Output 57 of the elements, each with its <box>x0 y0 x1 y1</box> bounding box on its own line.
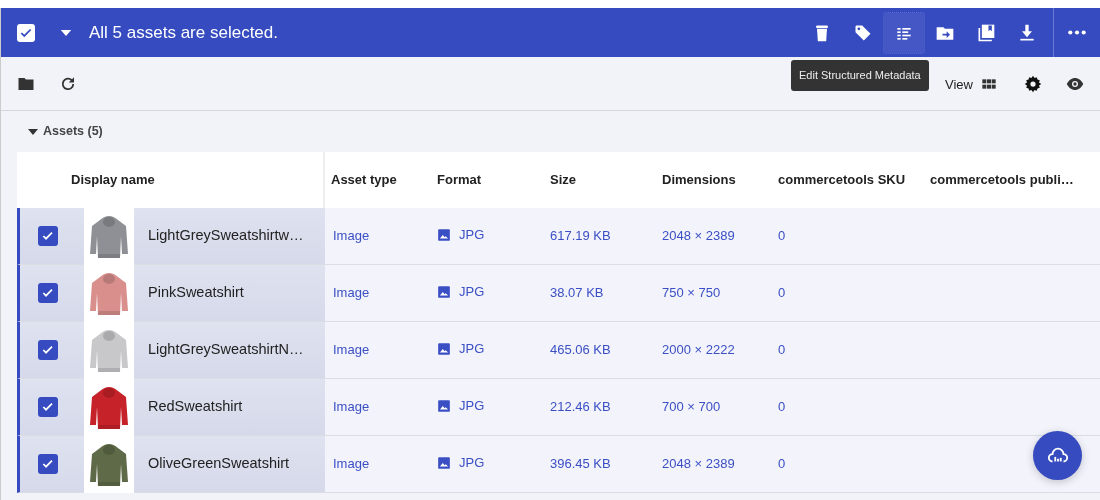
download-icon <box>1017 22 1037 43</box>
settings-icon <box>1024 74 1042 93</box>
format: JPG <box>459 225 485 244</box>
asset-name: LightGreySweatshirtw… <box>148 226 304 246</box>
image-icon <box>437 341 451 356</box>
sku-value: 0 <box>778 285 786 301</box>
file-size: 617.19 KB <box>550 228 611 244</box>
sku-value: 0 <box>778 342 786 358</box>
asset-name: PinkSweatshirt <box>148 283 244 303</box>
image-icon <box>437 227 451 242</box>
settings-button[interactable] <box>1024 74 1042 93</box>
selection-message: All 5 assets are selected. <box>89 21 278 44</box>
column-header: commercetools SKU <box>778 171 907 190</box>
format: JPG <box>459 453 485 472</box>
row-checkbox[interactable] <box>38 283 58 303</box>
format: JPG <box>459 282 485 301</box>
select-all-checkbox[interactable] <box>17 23 35 42</box>
row-checkbox[interactable] <box>38 226 58 246</box>
asset-type: Image <box>333 399 370 415</box>
asset-name: RedSweatshirt <box>148 397 243 417</box>
file-size: 38.07 KB <box>550 285 604 301</box>
column-header: Format <box>437 171 483 190</box>
dimensions: 750 × 750 <box>662 285 721 301</box>
sku-value: 0 <box>778 399 786 415</box>
column-header: Dimensions <box>662 171 737 190</box>
dimensions: 2048 × 2389 <box>662 228 735 244</box>
list-button[interactable] <box>884 12 924 53</box>
asset-type: Image <box>333 285 370 301</box>
dimensions: 700 × 700 <box>662 399 721 415</box>
view-label: View <box>945 75 973 94</box>
row-checkbox[interactable] <box>38 454 58 474</box>
tooltip: Edit Structured Metadata <box>791 60 929 91</box>
column-header: Asset type <box>330 171 398 190</box>
collection-icon <box>976 22 996 43</box>
asset-type: Image <box>333 228 370 244</box>
more-icon <box>1068 30 1086 35</box>
file-size: 465.06 KB <box>550 342 611 358</box>
file-size: 212.46 KB <box>550 399 611 415</box>
column-header: Size <box>550 171 577 190</box>
row-checkbox[interactable] <box>38 340 58 360</box>
asset-type: Image <box>333 342 370 358</box>
asset-name: LightGreySweatshirtN… <box>148 340 304 360</box>
image-icon <box>437 398 451 413</box>
format: JPG <box>459 396 485 415</box>
image-icon <box>437 284 451 299</box>
dimensions: 2000 × 2222 <box>662 342 735 358</box>
image-icon <box>437 455 451 470</box>
row-checkbox[interactable] <box>38 397 58 417</box>
section-title: Assets (5) <box>43 123 103 141</box>
sku-value: 0 <box>778 228 786 244</box>
asset-type: Image <box>333 456 370 472</box>
dimensions: 2048 × 2389 <box>662 456 735 472</box>
column-header: commercetools publi… <box>930 171 1074 190</box>
file-size: 396.45 KB <box>550 456 611 472</box>
asset-name: OliveGreenSweatshirt <box>148 454 290 474</box>
sku-value: 0 <box>778 456 786 472</box>
format: JPG <box>459 339 485 358</box>
